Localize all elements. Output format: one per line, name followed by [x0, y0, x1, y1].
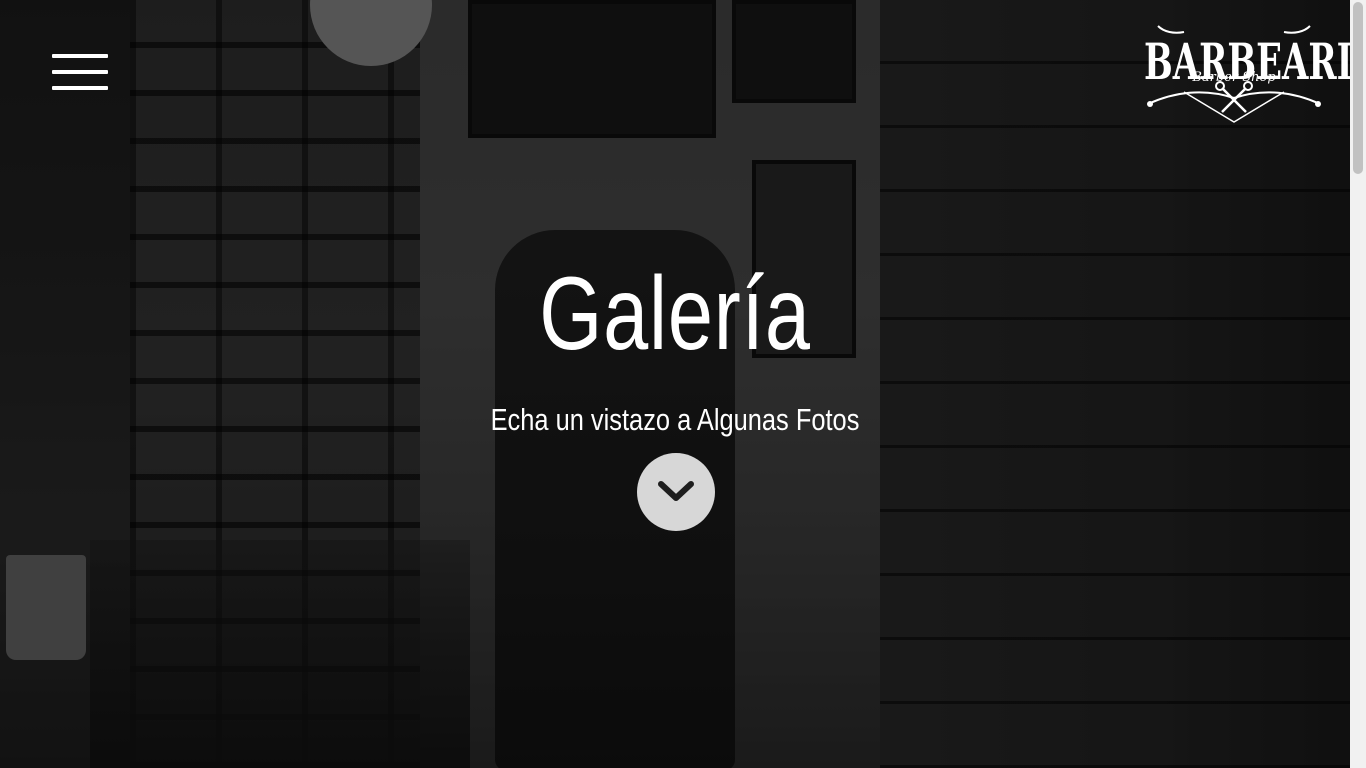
menu-bar [52, 86, 108, 90]
page-scrollbar[interactable] [1350, 0, 1366, 768]
menu-bar [52, 54, 108, 58]
brand-logo[interactable]: BARBEARIA Barber Shop [1144, 22, 1366, 128]
logo-subtitle: Barber Shop [1192, 70, 1276, 85]
chevron-down-icon [658, 481, 694, 501]
gallery-page: BARBEARIA Barber Shop Galería Echa un vi… [0, 0, 1366, 768]
scrollbar-thumb[interactable] [1353, 2, 1363, 174]
page-title: Galería [539, 256, 811, 372]
hamburger-menu-icon[interactable] [52, 54, 108, 92]
menu-bar [52, 70, 108, 74]
scroll-down-button[interactable] [637, 453, 715, 531]
page-subtitle: Echa un vistazo a Algunas Fotos [490, 402, 860, 437]
